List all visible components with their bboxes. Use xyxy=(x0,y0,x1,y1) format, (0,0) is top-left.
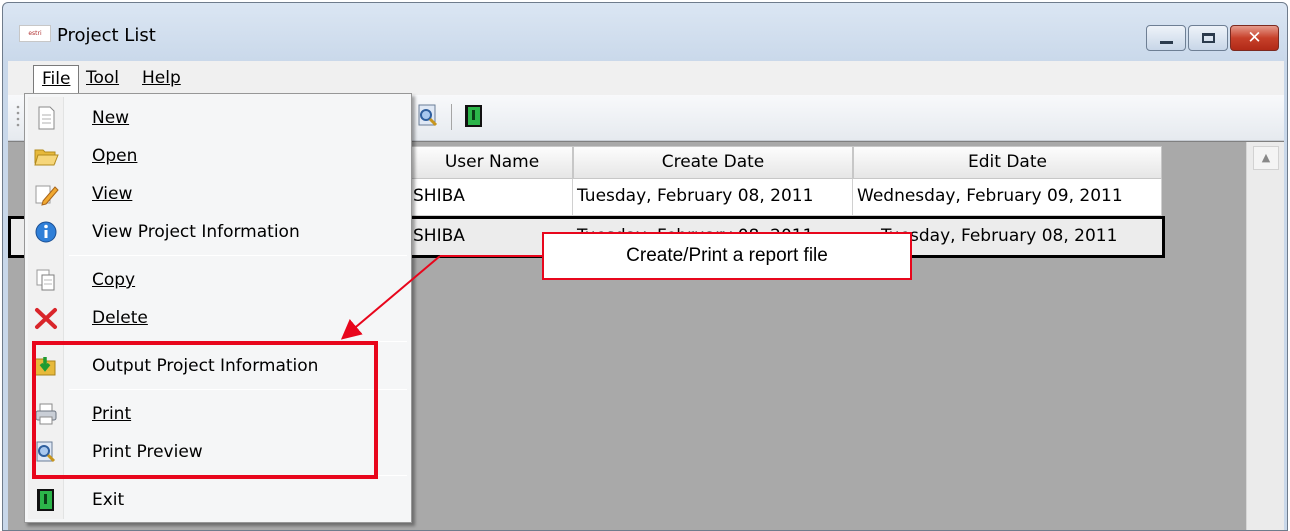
annotation-arrow xyxy=(340,255,542,340)
